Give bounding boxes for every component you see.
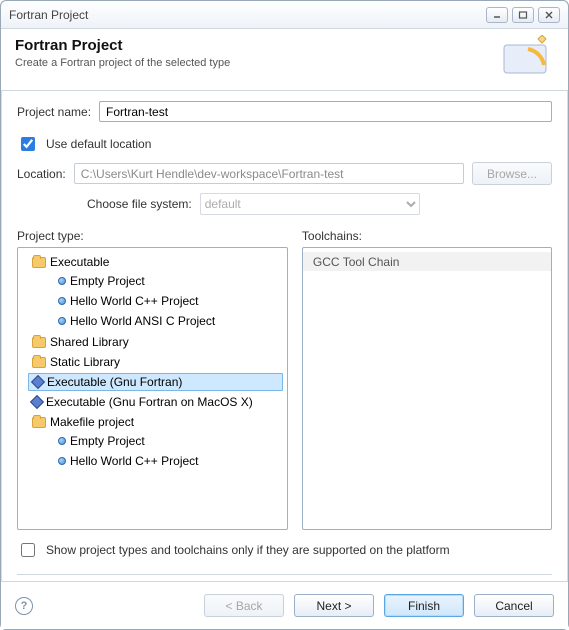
tree-node-makefile-hw-cpp[interactable]: Hello World C++ Project — [54, 452, 279, 470]
toolchains-column: Toolchains: GCC Tool Chain — [302, 229, 552, 530]
bullet-icon — [58, 317, 66, 325]
minimize-button[interactable] — [486, 7, 508, 23]
tree-label: Executable (Gnu Fortran on MacOS X) — [46, 395, 253, 409]
show-supported-row: Show project types and toolchains only i… — [17, 538, 552, 562]
separator — [17, 574, 552, 575]
location-label: Location: — [17, 167, 66, 181]
bullet-icon — [58, 277, 66, 285]
folder-icon — [32, 357, 46, 368]
content-area: Project name: Use default location Locat… — [1, 91, 568, 581]
tree-node-hello-world-ansic[interactable]: Hello World ANSI C Project — [54, 312, 279, 330]
use-default-location-label: Use default location — [46, 137, 151, 151]
choose-file-system-select: default — [200, 193, 420, 215]
bullet-icon — [58, 297, 66, 305]
window-title: Fortran Project — [9, 8, 486, 22]
window-controls — [486, 7, 560, 23]
titlebar: Fortran Project — [1, 1, 568, 29]
help-icon[interactable]: ? — [15, 597, 33, 615]
tree-label: Static Library — [50, 355, 120, 369]
use-default-location-row: Use default location — [17, 134, 552, 154]
folder-icon — [32, 257, 46, 268]
toolchain-item-gcc[interactable]: GCC Tool Chain — [303, 252, 551, 271]
wizard-icon — [498, 35, 552, 79]
tree-node-static-library[interactable]: Static Library — [28, 353, 283, 371]
cancel-button[interactable]: Cancel — [474, 594, 554, 617]
back-button: < Back — [204, 594, 284, 617]
close-button[interactable] — [538, 7, 560, 23]
tree-label: Executable — [50, 255, 109, 269]
banner-heading: Fortran Project — [15, 37, 230, 54]
choose-file-system-label: Choose file system: — [87, 197, 192, 211]
banner-subheading: Create a Fortran project of the selected… — [15, 57, 230, 69]
location-input — [74, 163, 464, 184]
tree-label: Hello World C++ Project — [70, 294, 199, 308]
tree-node-empty-project[interactable]: Empty Project — [54, 272, 279, 290]
tree-label: Shared Library — [50, 335, 129, 349]
browse-button: Browse... — [472, 162, 552, 185]
toolchains-label: Toolchains: — [302, 229, 552, 243]
show-supported-label: Show project types and toolchains only i… — [46, 543, 450, 557]
tree-label: Executable (Gnu Fortran) — [47, 375, 182, 389]
finish-button[interactable]: Finish — [384, 594, 464, 617]
tree-node-executable[interactable]: Executable — [28, 253, 283, 271]
dialog-window: Fortran Project Fortran Project Create a… — [0, 0, 569, 630]
tree-node-shared-library[interactable]: Shared Library — [28, 333, 283, 351]
tree-label: Empty Project — [70, 434, 145, 448]
bullet-icon — [58, 437, 66, 445]
tree-node-hello-world-cpp[interactable]: Hello World C++ Project — [54, 292, 279, 310]
folder-icon — [32, 417, 46, 428]
project-type-column: Project type: Executable Empty Project H… — [17, 229, 288, 530]
maximize-button[interactable] — [512, 7, 534, 23]
project-name-input[interactable] — [99, 101, 552, 122]
use-default-location-checkbox[interactable] — [21, 137, 35, 151]
folder-icon — [32, 337, 46, 348]
location-row: Location: Browse... — [17, 162, 552, 185]
project-name-row: Project name: — [17, 101, 552, 122]
wizard-banner: Fortran Project Create a Fortran project… — [1, 29, 568, 91]
choose-file-system-row: Choose file system: default — [17, 193, 552, 215]
toolchain-label: GCC Tool Chain — [313, 255, 399, 269]
dialog-footer: ? < Back Next > Finish Cancel — [1, 581, 568, 629]
project-name-label: Project name: — [17, 105, 91, 119]
toolchains-list[interactable]: GCC Tool Chain — [302, 247, 552, 530]
tree-label: Makefile project — [50, 415, 134, 429]
tree-label: Hello World C++ Project — [70, 454, 199, 468]
project-type-tree[interactable]: Executable Empty Project Hello World C++… — [17, 247, 288, 530]
columns: Project type: Executable Empty Project H… — [17, 229, 552, 530]
tree-node-exec-gnu-fortran-mac[interactable]: Executable (Gnu Fortran on MacOS X) — [28, 393, 283, 411]
bullet-icon — [58, 457, 66, 465]
project-type-label: Project type: — [17, 229, 288, 243]
tree-node-makefile-empty[interactable]: Empty Project — [54, 432, 279, 450]
tree-node-makefile[interactable]: Makefile project — [28, 413, 283, 431]
diamond-icon — [30, 395, 44, 409]
tree-label: Hello World ANSI C Project — [70, 314, 215, 328]
show-supported-checkbox[interactable] — [21, 543, 35, 557]
tree-node-exec-gnu-fortran[interactable]: Executable (Gnu Fortran) — [28, 373, 283, 391]
next-button[interactable]: Next > — [294, 594, 374, 617]
tree-label: Empty Project — [70, 274, 145, 288]
diamond-icon — [31, 375, 45, 389]
